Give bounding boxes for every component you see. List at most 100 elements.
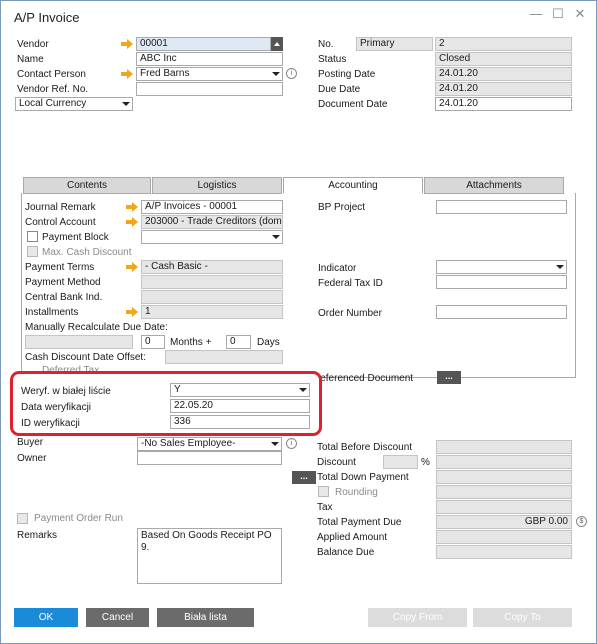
info-icon[interactable]: i: [286, 438, 297, 449]
federal-tax-field[interactable]: [436, 275, 567, 289]
recalculate-field[interactable]: [25, 335, 133, 349]
owner-field[interactable]: [137, 451, 282, 465]
tab-logistics[interactable]: Logistics: [152, 177, 282, 194]
referenced-document-button[interactable]: ...: [437, 371, 461, 384]
series-select[interactable]: Primary: [356, 37, 433, 51]
months-field[interactable]: 0: [141, 335, 165, 349]
days-label: Days: [257, 337, 280, 348]
tab-accounting[interactable]: Accounting: [283, 177, 423, 194]
discount-amount-field[interactable]: [436, 455, 572, 469]
journal-remark-field[interactable]: A/P Invoices - 00001: [141, 200, 283, 214]
control-account-arrow-icon[interactable]: [126, 217, 138, 227]
cancel-button[interactable]: Cancel: [86, 608, 149, 627]
payment-terms-field[interactable]: - Cash Basic -: [141, 260, 283, 274]
bp-project-field[interactable]: [436, 200, 567, 214]
buyer-label: Buyer: [17, 437, 44, 448]
indicator-label: Indicator: [318, 263, 357, 274]
total-before-discount-label: Total Before Discount: [317, 442, 413, 453]
central-bank-label: Central Bank Ind.: [25, 292, 103, 303]
order-number-label: Order Number: [318, 308, 382, 319]
discount-percent-sign: %: [421, 457, 430, 468]
vendor-link-arrow-icon[interactable]: [121, 39, 133, 49]
payment-block-label: Payment Block: [42, 232, 109, 243]
installments-label: Installments: [25, 307, 79, 318]
applied-amount-label: Applied Amount: [317, 532, 388, 543]
ok-button[interactable]: OK: [14, 608, 78, 627]
data-weryfikacji-field[interactable]: 22.05.20: [170, 399, 310, 413]
indicator-select[interactable]: [436, 260, 567, 274]
due-date-field[interactable]: 24.01.20: [435, 82, 572, 96]
installments-arrow-icon[interactable]: [126, 307, 138, 317]
vendor-field[interactable]: 00001: [136, 37, 271, 51]
payment-block-select[interactable]: [141, 230, 283, 244]
tab-attachments[interactable]: Attachments: [424, 177, 564, 194]
journal-link-arrow-icon[interactable]: [126, 202, 138, 212]
months-label: Months +: [170, 337, 212, 348]
copy-from-button: Copy From: [368, 608, 467, 627]
federal-tax-label: Federal Tax ID: [318, 278, 383, 289]
currency-value: Local Currency: [19, 98, 87, 109]
window-title: A/P Invoice: [14, 10, 80, 25]
chevron-down-icon: [121, 99, 131, 109]
total-down-payment-field: [436, 470, 572, 484]
currency-info-icon[interactable]: $: [576, 516, 587, 527]
rounding-label: Rounding: [335, 487, 378, 498]
close-icon[interactable]: ✕: [573, 7, 587, 21]
balance-due-field: [436, 545, 572, 559]
vendor-ref-field[interactable]: [136, 82, 283, 96]
payment-block-checkbox[interactable]: [27, 231, 38, 242]
posting-date-field[interactable]: 24.01.20: [435, 67, 572, 81]
applied-amount-field: [436, 530, 572, 544]
id-weryfikacji-field[interactable]: 336: [170, 415, 310, 429]
tab-contents[interactable]: Contents: [23, 177, 151, 194]
info-icon[interactable]: i: [286, 68, 297, 79]
remarks-textarea[interactable]: Based On Goods Receipt PO 9.: [137, 528, 282, 584]
document-date-field[interactable]: 24.01.20: [435, 97, 572, 111]
buyer-select[interactable]: -No Sales Employee-: [137, 437, 282, 451]
journal-remark-label: Journal Remark: [25, 202, 96, 213]
vendor-choose-button[interactable]: [271, 37, 283, 51]
discount-percent-field[interactable]: [383, 455, 418, 469]
name-field[interactable]: ABC Inc: [136, 52, 283, 66]
document-date-label: Document Date: [318, 99, 388, 110]
control-account-label: Control Account: [25, 217, 96, 228]
vendor-ref-label: Vendor Ref. No.: [17, 84, 89, 95]
minimize-icon[interactable]: —: [529, 7, 543, 21]
control-account-field[interactable]: 203000 - Trade Creditors (dome: [141, 215, 283, 229]
recalculate-label: Manually Recalculate Due Date:: [25, 322, 168, 333]
id-weryfikacji-label: ID weryfikacji: [21, 418, 80, 429]
order-number-field[interactable]: [436, 305, 567, 319]
chevron-down-icon: [298, 385, 308, 395]
central-bank-field[interactable]: [141, 290, 283, 304]
contact-person-value: Fred Barns: [140, 68, 190, 79]
chevron-down-icon: [555, 262, 565, 272]
currency-select[interactable]: Local Currency: [15, 97, 133, 111]
total-payment-due-label: Total Payment Due: [317, 517, 402, 528]
contact-link-arrow-icon[interactable]: [121, 69, 133, 79]
max-cash-discount-checkbox: [27, 246, 38, 257]
biala-lista-button[interactable]: Biała lista: [157, 608, 254, 627]
maximize-icon[interactable]: ☐: [551, 7, 565, 21]
posting-date-label: Posting Date: [318, 69, 376, 80]
copy-to-button: Copy To: [473, 608, 572, 627]
payment-order-run-checkbox: [17, 513, 28, 524]
rounding-field: [436, 485, 572, 499]
weryf-select[interactable]: Y: [170, 383, 310, 397]
balance-due-label: Balance Due: [317, 547, 375, 558]
ap-invoice-window: A/P Invoice — ☐ ✕ Vendor 00001 Name ABC …: [0, 0, 597, 644]
installments-field[interactable]: 1: [141, 305, 283, 319]
payment-terms-arrow-icon[interactable]: [126, 262, 138, 272]
chevron-down-icon: [271, 232, 281, 242]
max-cash-discount-label: Max. Cash Discount: [42, 247, 132, 258]
weryf-label: Weryf. w białej liście: [21, 386, 111, 397]
down-payment-button[interactable]: ...: [292, 471, 316, 484]
status-label: Status: [318, 54, 347, 65]
cash-discount-offset-label: Cash Discount Date Offset:: [25, 352, 146, 363]
document-number-field[interactable]: 2: [435, 37, 572, 51]
days-field[interactable]: 0: [226, 335, 251, 349]
tax-field: [436, 500, 572, 514]
cash-discount-offset-field[interactable]: [165, 350, 283, 364]
due-date-label: Due Date: [318, 84, 361, 95]
payment-method-field[interactable]: [141, 275, 283, 289]
contact-person-select[interactable]: Fred Barns: [136, 67, 283, 81]
